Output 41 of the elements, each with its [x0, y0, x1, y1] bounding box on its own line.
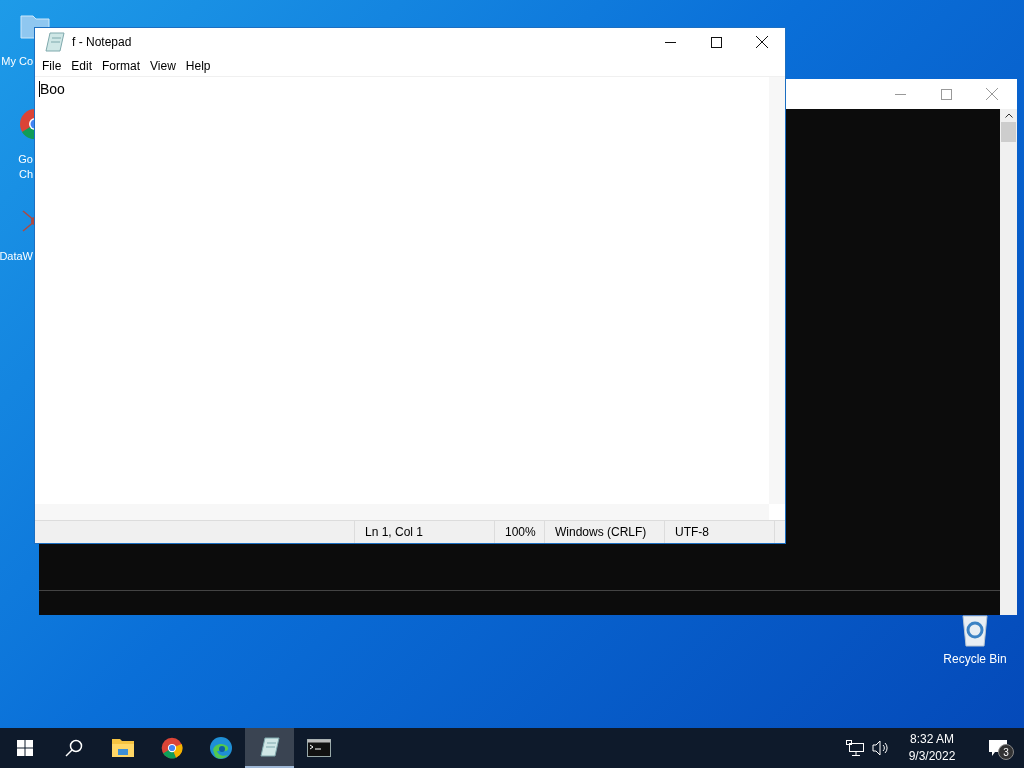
network-icon — [846, 740, 864, 756]
icon-label: Go — [18, 152, 33, 167]
clock-time: 8:32 AM — [910, 731, 954, 748]
console-icon — [306, 739, 331, 757]
caret-up-icon — [1004, 113, 1013, 118]
status-field: UTF-8 — [665, 521, 775, 543]
minimize-icon — [664, 41, 676, 43]
scrollbar[interactable] — [1000, 109, 1017, 615]
scrollbar[interactable] — [35, 504, 769, 520]
status-field: Ln 1, Col 1 — [355, 521, 495, 543]
menu-item[interactable]: File — [37, 57, 67, 75]
icon-label: Ch — [18, 167, 33, 182]
chrome-icon — [160, 737, 183, 759]
maximize-icon — [940, 88, 952, 100]
text-area[interactable]: Boo — [35, 77, 769, 504]
status-field: Windows (CRLF) — [545, 521, 665, 543]
menu-item[interactable]: Format — [97, 57, 146, 75]
minimize-icon — [894, 93, 906, 95]
window-title: f - Notepad — [72, 34, 133, 51]
menu-item[interactable]: View — [145, 57, 181, 75]
clock-date: 9/3/2022 — [908, 748, 956, 765]
close-icon — [756, 36, 768, 48]
speaker-icon — [872, 740, 888, 756]
notepad-icon — [44, 31, 66, 53]
status-field: 100% — [495, 521, 545, 543]
close-icon — [986, 88, 998, 100]
icon-label: Recycle Bin — [943, 652, 1007, 667]
search-icon — [64, 739, 83, 757]
scrollbar[interactable] — [769, 77, 785, 504]
menu-item[interactable]: Edit — [66, 57, 98, 75]
windows-icon — [16, 740, 33, 756]
folder-icon — [111, 739, 134, 757]
taskbar-button[interactable] — [245, 728, 294, 768]
notepad-icon — [258, 736, 281, 758]
scrollbar-thumb[interactable] — [1001, 122, 1016, 142]
maximize-icon — [710, 36, 722, 48]
menu-item[interactable]: Help — [180, 57, 216, 75]
icon-label: DataW — [0, 249, 33, 264]
notification-count: 3 — [998, 744, 1014, 760]
edge-icon — [208, 736, 233, 760]
icon-label: My Co — [1, 54, 33, 69]
